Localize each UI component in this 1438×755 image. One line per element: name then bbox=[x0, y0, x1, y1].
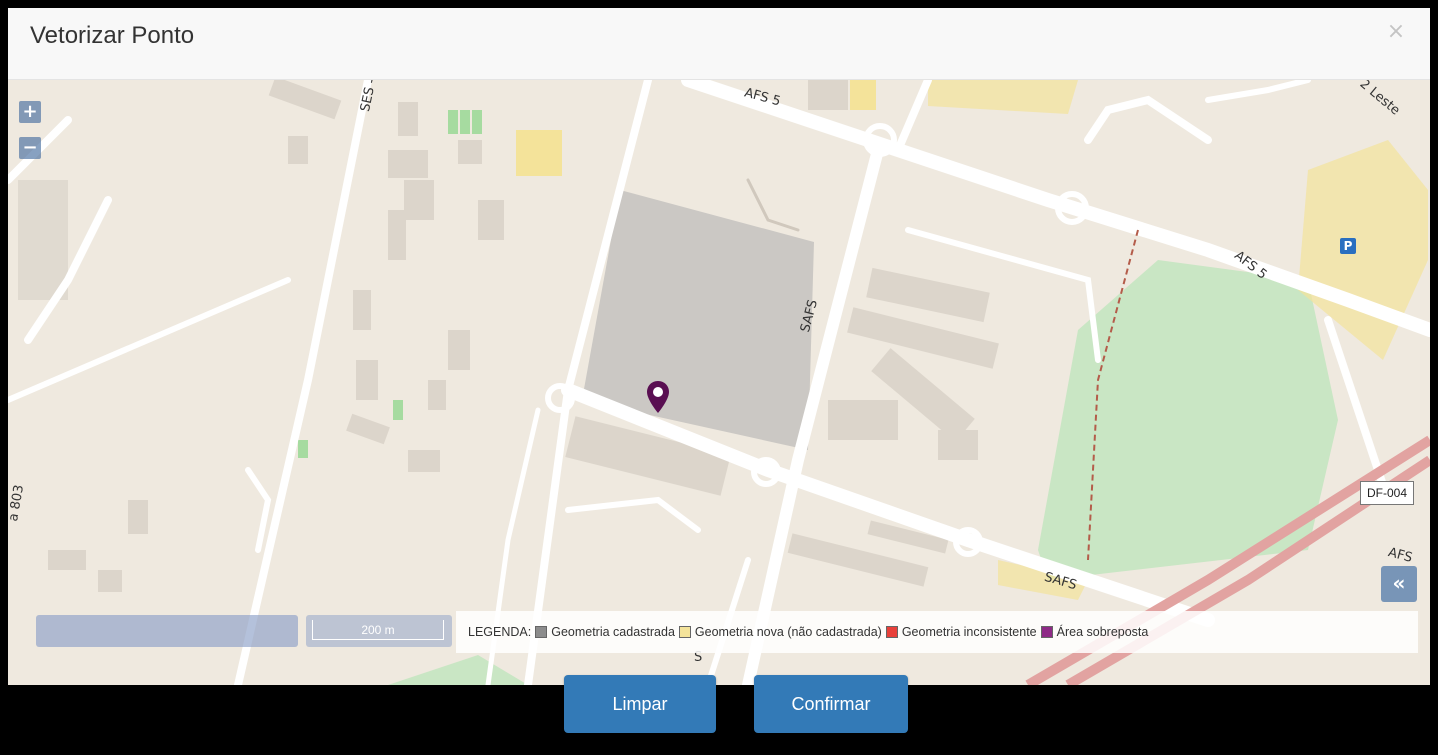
modal-header: Vetorizar Ponto × bbox=[8, 8, 1430, 80]
clear-button[interactable]: Limpar bbox=[564, 675, 716, 733]
legend-item-registered: Geometria cadastrada bbox=[535, 625, 675, 639]
map-tiles bbox=[8, 80, 1430, 685]
map-marker-icon[interactable] bbox=[646, 380, 670, 414]
legend-swatch bbox=[535, 626, 548, 638]
legend-item-overlap: Área sobreposta bbox=[1040, 625, 1149, 639]
legend: LEGENDA: Geometria cadastrada Geometria … bbox=[456, 611, 1418, 653]
legend-label: Geometria nova (não cadastrada) bbox=[694, 625, 882, 639]
modal-footer: Limpar Confirmar bbox=[8, 675, 1430, 755]
legend-item-new: Geometria nova (não cadastrada) bbox=[678, 625, 882, 639]
modal-title: Vetorizar Ponto bbox=[30, 22, 195, 49]
legend-label: Geometria inconsistente bbox=[901, 625, 1037, 639]
road-shield-df004: DF-004 bbox=[1360, 481, 1415, 505]
scale-bar bbox=[36, 615, 298, 647]
vectorize-point-modal: Vetorizar Ponto × AFS 5 AFS 5 SAFS SAFS … bbox=[8, 8, 1430, 755]
confirm-button[interactable]: Confirmar bbox=[754, 675, 908, 733]
buildings bbox=[18, 80, 999, 592]
zoom-in-button[interactable]: + bbox=[19, 101, 41, 123]
map-marker-shape bbox=[647, 381, 669, 413]
zoom-out-button[interactable]: − bbox=[19, 137, 41, 159]
close-icon[interactable]: × bbox=[1384, 20, 1408, 44]
parking-icon: P bbox=[1340, 238, 1356, 254]
park-area-small bbox=[388, 655, 528, 685]
legend-item-inconsistent: Geometria inconsistente bbox=[885, 625, 1037, 639]
scale-label: 200 m bbox=[312, 620, 444, 640]
legend-swatch bbox=[678, 626, 691, 638]
legend-label: Geometria cadastrada bbox=[551, 625, 675, 639]
legend-swatch bbox=[885, 626, 898, 638]
scale-label-box: 200 m bbox=[306, 615, 452, 647]
legend-label: Área sobreposta bbox=[1056, 625, 1149, 639]
legend-swatch bbox=[1040, 626, 1053, 638]
map-canvas[interactable]: SES - Quadr AFS 5 AFS 5 SAFS SAFS 2 Lest… bbox=[8, 80, 1430, 685]
layer-toggle-button[interactable]: « bbox=[1381, 566, 1417, 602]
legend-title: LEGENDA: bbox=[468, 625, 532, 639]
